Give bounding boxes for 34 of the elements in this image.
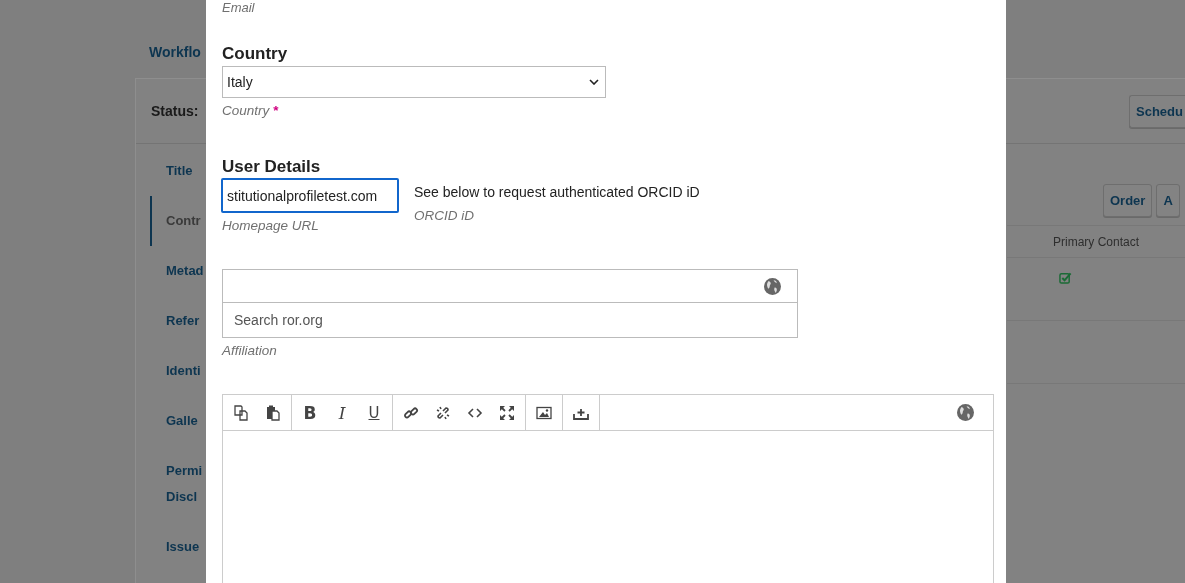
italic-button[interactable]: I (326, 402, 358, 423)
underline-button[interactable]: U (358, 403, 390, 422)
schedule-button[interactable]: Schedu (1129, 94, 1185, 128)
field-label: Homepage URL (222, 217, 320, 235)
column-header: Primary Contact (1053, 234, 1140, 249)
caret-icon (589, 79, 599, 85)
sidebar-item[interactable]: Refer (136, 296, 206, 346)
sidebar-item[interactable]: Galle (136, 396, 206, 446)
toolbar-button[interactable]: A (1156, 184, 1180, 217)
field-label: Country * (222, 102, 280, 120)
field-label: Email (222, 0, 256, 15)
rich-text-editor[interactable]: B I U (222, 394, 994, 583)
orcid-note: See below to request authenticated ORCID iD (414, 183, 700, 201)
status-label: Status: (151, 103, 199, 119)
workflow-tab[interactable]: Workflo (149, 44, 201, 60)
field-label: ORCID iD (414, 207, 475, 225)
globe-icon[interactable] (957, 404, 974, 421)
search-field[interactable]: Search ror.org (222, 303, 798, 338)
affiliation-field[interactable] (222, 269, 798, 303)
homepage-url-field[interactable]: stitutionalprofiletest.com (221, 178, 399, 213)
sidebar-item[interactable]: Identi (136, 346, 206, 396)
section-heading: Country (222, 43, 289, 65)
country-select[interactable]: Italy (222, 66, 606, 98)
sidebar-item[interactable]: Metad (136, 246, 206, 296)
field-label: Affiliation (222, 342, 278, 360)
toolbar-button[interactable]: Order (1103, 184, 1153, 217)
sidebar-item[interactable]: Issue (136, 522, 206, 572)
required-mark: * (273, 103, 279, 118)
bold-button[interactable]: B (294, 402, 326, 423)
sidebar-item[interactable]: Title (136, 146, 206, 196)
globe-icon[interactable] (764, 277, 781, 295)
section-heading: User Details (222, 156, 322, 178)
checkbox-checked-icon[interactable] (1059, 272, 1072, 284)
sidebar-item[interactable]: Permi Discl (136, 446, 206, 522)
